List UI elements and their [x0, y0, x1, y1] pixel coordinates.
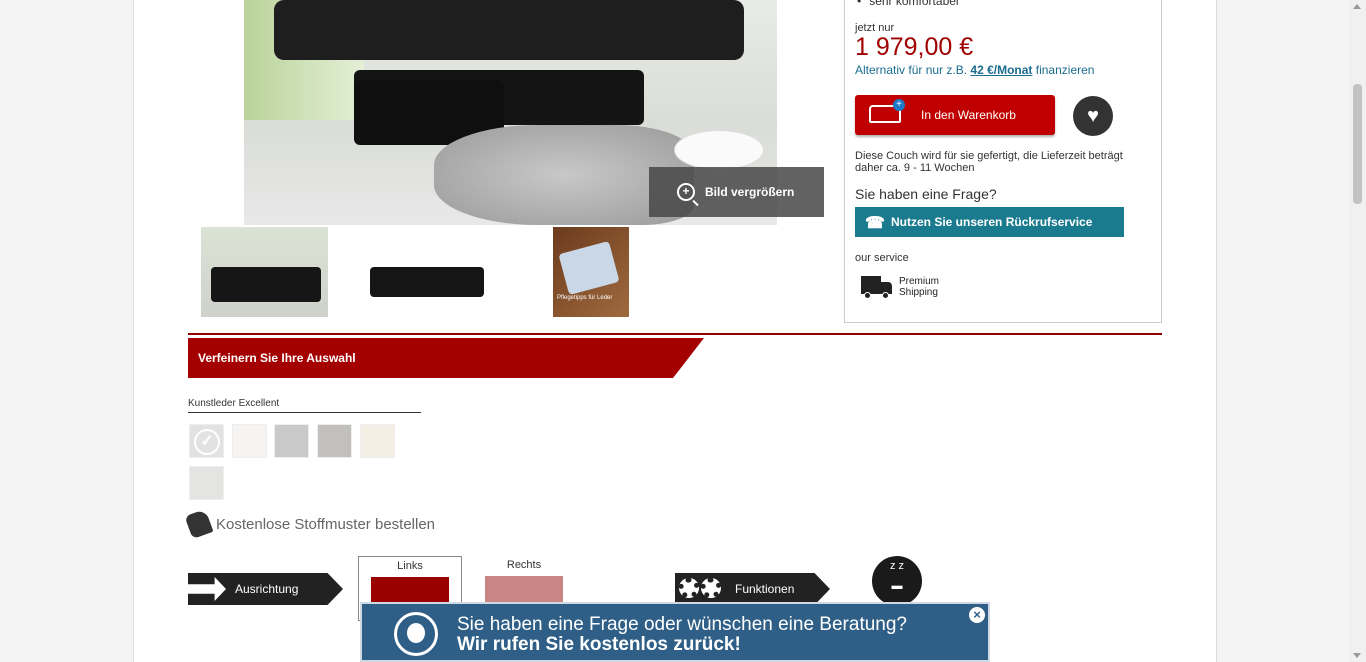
color-swatch-selected[interactable]: ✓ [189, 424, 224, 458]
wishlist-heart-button[interactable]: ♥ [1073, 96, 1113, 136]
question-heading: Sie haben eine Frage? [855, 186, 997, 202]
thumbnail-3-caption: Pflegetipps für Leder [557, 295, 613, 301]
thumbnail-2[interactable] [366, 227, 490, 317]
price: 1 979,00 € [855, 33, 974, 61]
truck-icon [861, 276, 893, 300]
feature-bullet: sehr komfortabel [857, 0, 958, 8]
color-swatch[interactable] [189, 466, 224, 500]
material-label: Kunstleder Excellent [188, 398, 421, 413]
delivery-note: Diese Couch wird für sie gefertigt, die … [855, 150, 1123, 174]
gear-icon [701, 578, 721, 598]
zoom-image-button[interactable]: + Bild vergrößern [649, 167, 824, 217]
section-divider [188, 333, 1162, 335]
zoom-in-icon: + [677, 183, 695, 201]
functions-text: Funktionen [735, 582, 795, 596]
banner-line-1: Sie haben eine Frage oder wünschen eine … [457, 614, 907, 635]
headset-icon [394, 612, 438, 656]
finance-suffix: finanzieren [1035, 63, 1095, 77]
callback-button-label: Nutzen Sie unseren Rückrufservice [891, 215, 1093, 229]
thumbnail-1[interactable] [201, 227, 328, 317]
finance-text: Alternativ für nur z.B. [855, 63, 968, 77]
orientation-text: Ausrichtung [235, 582, 299, 596]
refine-heading: Verfeinern Sie Ihre Auswahl [188, 338, 704, 378]
color-swatch[interactable] [232, 424, 267, 458]
color-swatch[interactable] [317, 424, 352, 458]
scrollbar[interactable] [1349, 0, 1366, 662]
image-table [674, 130, 764, 170]
cart-button-label: In den Warenkorb [921, 108, 1016, 122]
arrows-icon [188, 577, 226, 601]
left-label: Links [397, 560, 423, 572]
add-to-cart-button[interactable]: + In den Warenkorb [855, 95, 1055, 135]
color-swatch[interactable] [274, 424, 309, 458]
sleep-function-icon[interactable]: z z ▬ [872, 556, 922, 606]
finance-line: Alternativ für nur z.B. 42 €/Monat finan… [855, 63, 1094, 77]
scroll-down-icon[interactable] [1353, 653, 1361, 658]
phone-icon: ☎ [865, 215, 885, 232]
right-label: Rechts [506, 559, 542, 571]
orientation-label: Ausrichtung [188, 573, 343, 605]
functions-label: Funktionen [675, 573, 830, 605]
plus-icon: + [893, 99, 905, 111]
gear-icon [679, 578, 699, 598]
fabric-roll-icon [184, 508, 214, 540]
premium-shipping-label: Premium Shipping [899, 276, 940, 298]
callback-banner[interactable]: Sie haben eine Frage oder wünschen eine … [360, 602, 990, 662]
service-heading: our service [855, 252, 909, 264]
close-icon[interactable]: × [969, 607, 985, 623]
fabric-samples-label: Kostenlose Stoffmuster bestellen [216, 515, 436, 533]
check-icon: ✓ [194, 429, 220, 455]
image-sofa-back [274, 0, 744, 60]
finance-amount-link[interactable]: 42 €/Monat [970, 63, 1032, 77]
scroll-up-icon[interactable] [1353, 4, 1361, 9]
purchase-box: sehr komfortabel jetzt nur 1 979,00 € Al… [844, 0, 1162, 323]
callback-service-button[interactable]: ☎ Nutzen Sie unseren Rückrufservice [855, 207, 1124, 237]
fabric-samples-link[interactable]: Kostenlose Stoffmuster bestellen [184, 508, 436, 540]
color-swatch[interactable] [360, 424, 395, 458]
thumbnail-3[interactable]: Pflegetipps für Leder [553, 227, 629, 317]
scrollbar-thumb[interactable] [1353, 84, 1362, 204]
banner-line-2: Wir rufen Sie kostenlos zurück! [457, 634, 741, 655]
zoom-label: Bild vergrößern [705, 185, 795, 199]
